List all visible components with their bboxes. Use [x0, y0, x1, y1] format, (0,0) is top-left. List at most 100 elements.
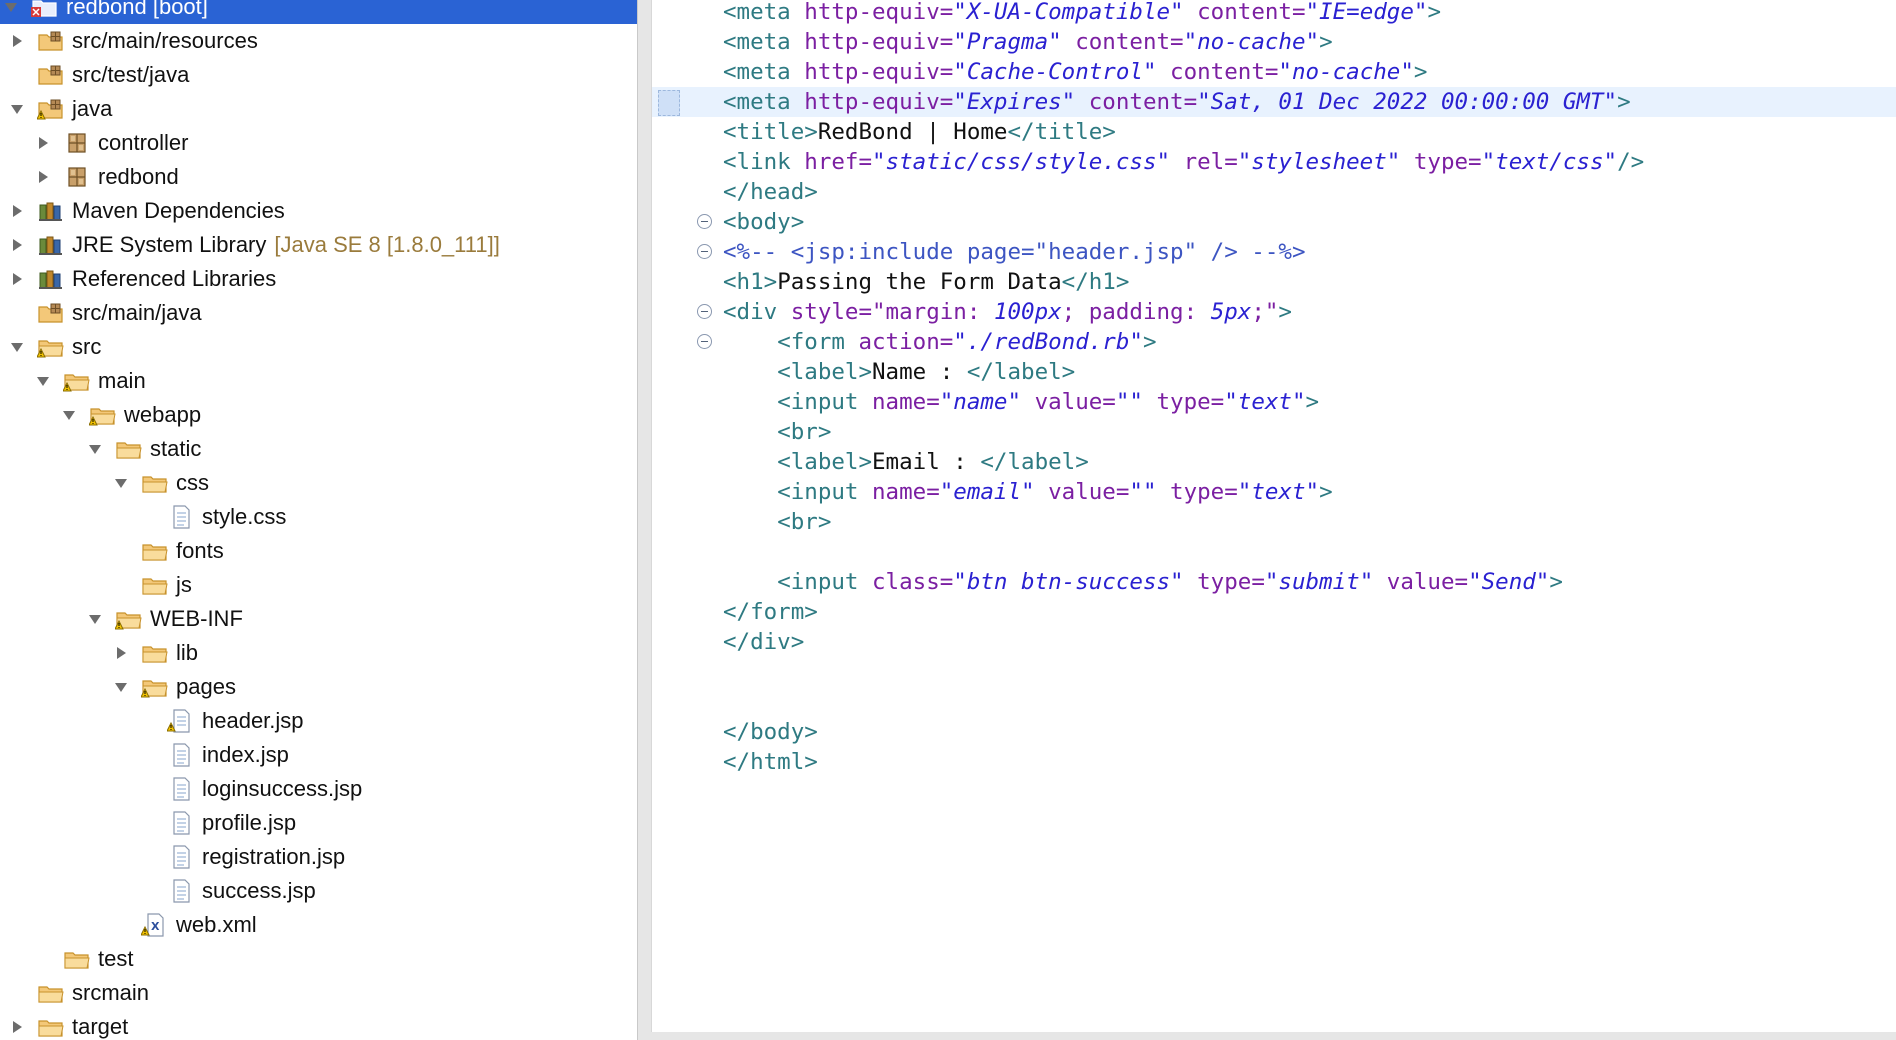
- code-line[interactable]: </div>: [652, 627, 1896, 657]
- tree-item[interactable]: Referenced Libraries: [0, 262, 637, 296]
- collapse-arrow-icon[interactable]: [6, 1016, 28, 1038]
- expand-arrow-icon[interactable]: [6, 98, 28, 120]
- code-line[interactable]: <meta http-equiv="Cache-Control" content…: [652, 57, 1896, 87]
- tree-item[interactable]: style.css: [0, 500, 637, 534]
- source-folder-warning-icon: [36, 95, 66, 123]
- tree-item[interactable]: Maven Dependencies: [0, 194, 637, 228]
- tree-item[interactable]: static: [0, 432, 637, 466]
- code-token: value=: [1021, 389, 1116, 415]
- tree-item[interactable]: main: [0, 364, 637, 398]
- tree-item-label: src/main/java: [72, 300, 202, 325]
- code-line[interactable]: <input class="btn btn-success" type="sub…: [652, 567, 1896, 597]
- code-line[interactable]: </body>: [652, 717, 1896, 747]
- tree-item[interactable]: src: [0, 330, 637, 364]
- code-line[interactable]: <br>: [652, 417, 1896, 447]
- tree-item[interactable]: profile.jsp: [0, 806, 637, 840]
- tree-item[interactable]: webapp: [0, 398, 637, 432]
- code-token: <br>: [777, 509, 832, 535]
- code-line[interactable]: <%-- <jsp:include page="header.jsp" /> -…: [652, 237, 1896, 267]
- tree-item[interactable]: test: [0, 942, 637, 976]
- folder-icon: [62, 945, 92, 973]
- panel-divider[interactable]: [637, 0, 651, 1040]
- code-line[interactable]: <meta http-equiv="Pragma" content="no-ca…: [652, 27, 1896, 57]
- collapse-arrow-icon[interactable]: [6, 268, 28, 290]
- tree-item-label: profile.jsp: [202, 810, 297, 835]
- fold-toggle-icon[interactable]: [697, 334, 712, 349]
- code-line[interactable]: <title>RedBond | Home</title>: [652, 117, 1896, 147]
- code-line[interactable]: <label>Email : </label>: [652, 447, 1896, 477]
- expand-arrow-icon[interactable]: [84, 608, 106, 630]
- tree-item[interactable]: java: [0, 92, 637, 126]
- code-line[interactable]: <link href="static/css/style.css" rel="s…: [652, 147, 1896, 177]
- tree-item[interactable]: src/test/java: [0, 58, 637, 92]
- code-token: <body>: [723, 209, 805, 235]
- code-line[interactable]: </form>: [652, 597, 1896, 627]
- tree-item[interactable]: index.jsp: [0, 738, 637, 772]
- code-line[interactable]: <br>: [652, 507, 1896, 537]
- fold-toggle-icon[interactable]: [697, 304, 712, 319]
- code-line[interactable]: </html>: [652, 747, 1896, 777]
- collapse-arrow-icon[interactable]: [32, 166, 54, 188]
- source-folder-icon: [36, 61, 66, 89]
- collapse-arrow-icon[interactable]: [6, 30, 28, 52]
- collapse-arrow-icon[interactable]: [110, 642, 132, 664]
- tree-item[interactable]: src/main/resources: [0, 24, 637, 58]
- tree-item[interactable]: loginsuccess.jsp: [0, 772, 637, 806]
- code-line[interactable]: [652, 687, 1896, 717]
- tree-item[interactable]: src/main/java: [0, 296, 637, 330]
- code-line[interactable]: <div style="margin: 100px; padding: 5px;…: [652, 297, 1896, 327]
- tree-item[interactable]: JRE System Library [Java SE 8 [1.8.0_111]…: [0, 228, 637, 262]
- tree-item[interactable]: success.jsp: [0, 874, 637, 908]
- code-token: </label>: [980, 449, 1089, 475]
- tree-item-label: header.jsp: [202, 708, 304, 733]
- code-line[interactable]: <form action="./redBond.rb">: [652, 327, 1896, 357]
- code-editor[interactable]: <meta http-equiv="X-UA-Compatible" conte…: [651, 0, 1896, 1040]
- code-line[interactable]: [652, 537, 1896, 567]
- expand-arrow-icon[interactable]: [110, 676, 132, 698]
- code-text: <h1>Passing the Form Data</h1>: [723, 267, 1129, 297]
- code-line[interactable]: <body>: [652, 207, 1896, 237]
- collapse-arrow-icon[interactable]: [6, 234, 28, 256]
- expand-arrow-icon[interactable]: [0, 0, 22, 18]
- tree-item[interactable]: redbond [boot]: [0, 0, 637, 24]
- code-token: "./redBond.rb": [953, 329, 1143, 355]
- collapse-arrow-icon[interactable]: [6, 200, 28, 222]
- expand-arrow-icon[interactable]: [32, 370, 54, 392]
- tree-item[interactable]: WEB-INF: [0, 602, 637, 636]
- code-line[interactable]: <label>Name : </label>: [652, 357, 1896, 387]
- code-line[interactable]: [652, 657, 1896, 687]
- expand-arrow-icon[interactable]: [110, 472, 132, 494]
- code-line[interactable]: <input name="name" value="" type="text">: [652, 387, 1896, 417]
- tree-item[interactable]: css: [0, 466, 637, 500]
- project-explorer[interactable]: redbond [boot] src/main/resources src/test…: [0, 0, 637, 1040]
- expand-arrow-icon[interactable]: [58, 404, 80, 426]
- tree-item[interactable]: fonts: [0, 534, 637, 568]
- fold-toggle-icon[interactable]: [697, 214, 712, 229]
- tree-item[interactable]: js: [0, 568, 637, 602]
- tree-item[interactable]: srcmain: [0, 976, 637, 1010]
- code-token: "static/css/style.css": [872, 149, 1171, 175]
- tree-item[interactable]: header.jsp: [0, 704, 637, 738]
- folder-warning-icon: [62, 367, 92, 395]
- tree-item[interactable]: target: [0, 1010, 637, 1040]
- expand-arrow-icon[interactable]: [84, 438, 106, 460]
- expand-arrow-icon[interactable]: [6, 336, 28, 358]
- tree-item[interactable]: redbond: [0, 160, 637, 194]
- collapse-arrow-icon[interactable]: [32, 132, 54, 154]
- code-line[interactable]: <h1>Passing the Form Data</h1>: [652, 267, 1896, 297]
- tree-item[interactable]: controller: [0, 126, 637, 160]
- code-line[interactable]: <input name="email" value="" type="text"…: [652, 477, 1896, 507]
- code-line[interactable]: <meta http-equiv="Expires" content="Sat,…: [652, 87, 1896, 117]
- code-line[interactable]: <meta http-equiv="X-UA-Compatible" conte…: [652, 0, 1896, 27]
- fold-toggle-icon[interactable]: [697, 244, 712, 259]
- tree-item[interactable]: Xweb.xml: [0, 908, 637, 942]
- code-line[interactable]: </head>: [652, 177, 1896, 207]
- tree-item[interactable]: registration.jsp: [0, 840, 637, 874]
- tree-item[interactable]: pages: [0, 670, 637, 704]
- tree-item[interactable]: lib: [0, 636, 637, 670]
